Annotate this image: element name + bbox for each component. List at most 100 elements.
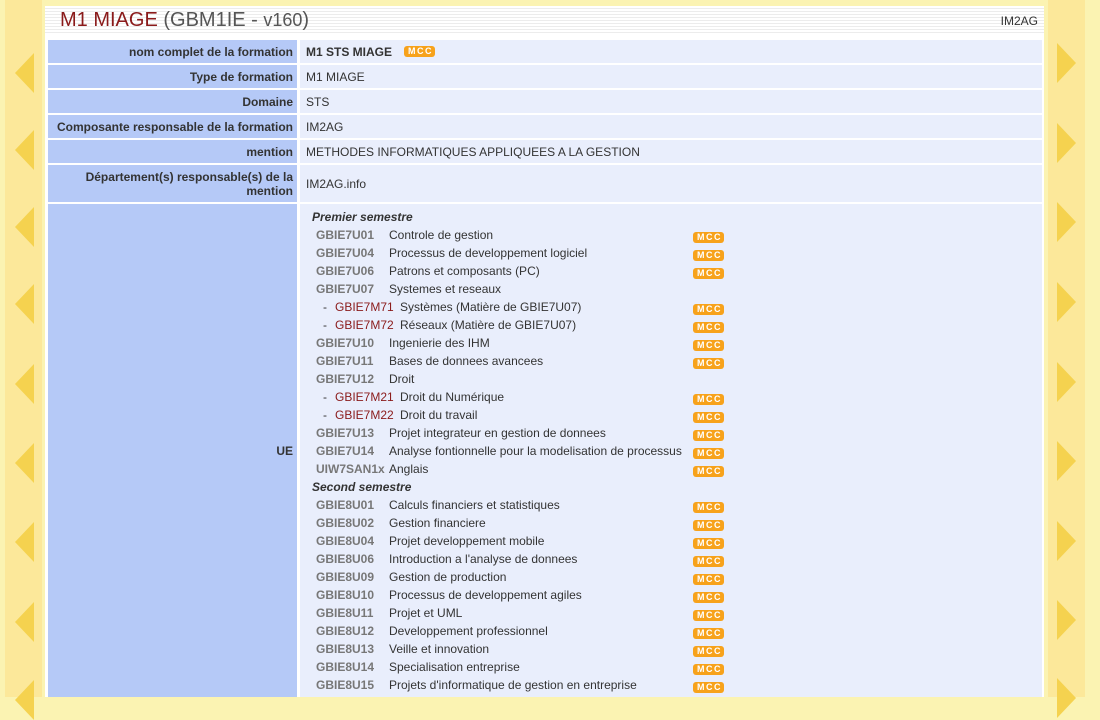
matiere-name: Droit du Numérique: [400, 390, 505, 404]
matiere-code[interactable]: GBIE7M72: [335, 318, 394, 332]
next-arrow-icon[interactable]: [1057, 362, 1076, 402]
ue-name: Bases de donnees avancees: [389, 354, 544, 368]
field-label: Type de formation: [48, 65, 297, 88]
ue-code[interactable]: GBIE8U11: [316, 606, 373, 620]
ue-code[interactable]: GBIE7U07: [316, 282, 374, 296]
ue-code[interactable]: GBIE8U09: [316, 570, 374, 584]
ue-name: Projets d'informatique de gestion en ent…: [389, 678, 637, 692]
matiere-code[interactable]: GBIE7M71: [335, 300, 394, 314]
prev-arrow-icon[interactable]: [15, 522, 34, 562]
ue-code[interactable]: GBIE8U01: [316, 498, 374, 512]
ue-code[interactable]: UIW7SAN1x: [316, 462, 385, 476]
next-nav-bar[interactable]: [1048, 0, 1085, 718]
full-name-value: M1 STS MIAGE: [306, 44, 393, 59]
prev-arrow-icon[interactable]: [15, 284, 34, 324]
prev-arrow-icon[interactable]: [15, 130, 34, 170]
matiere-code[interactable]: GBIE7M22: [335, 408, 394, 422]
mcc-badge[interactable]: MCC: [693, 556, 724, 567]
next-arrow-icon[interactable]: [1057, 600, 1076, 640]
mcc-badge[interactable]: MCC: [693, 430, 724, 441]
prev-arrow-icon[interactable]: [15, 364, 34, 404]
field-value: M1 STS MIAGE MCC: [300, 40, 1042, 63]
mcc-badge[interactable]: MCC: [693, 628, 724, 639]
mcc-badge[interactable]: MCC: [693, 574, 724, 585]
mcc-badge[interactable]: MCC: [693, 538, 724, 549]
next-arrow-icon[interactable]: [1057, 678, 1076, 718]
ue-name: Controle de gestion: [389, 228, 494, 242]
prev-nav-bar[interactable]: [5, 0, 42, 720]
mcc-badge[interactable]: MCC: [693, 682, 724, 693]
mcc-badge[interactable]: MCC: [693, 448, 724, 459]
prev-arrow-icon[interactable]: [15, 443, 34, 483]
mcc-badge[interactable]: MCC: [693, 664, 724, 675]
field-value: M1 MIAGE: [300, 65, 1042, 88]
mcc-badge[interactable]: MCC: [693, 232, 724, 243]
ue-code[interactable]: GBIE8U14: [316, 660, 374, 674]
ue-code[interactable]: GBIE7U11: [316, 354, 373, 368]
next-arrow-icon[interactable]: [1057, 202, 1076, 242]
ue-code[interactable]: GBIE7U10: [316, 336, 374, 350]
next-arrow-icon[interactable]: [1057, 521, 1076, 561]
ue-code[interactable]: GBIE8U15: [316, 678, 374, 692]
ue-name: Introduction a l'analyse de donnees: [389, 552, 578, 566]
mcc-badge[interactable]: MCC: [693, 322, 724, 333]
field-label: mention: [48, 140, 297, 163]
ue-code[interactable]: GBIE7U04: [316, 246, 374, 260]
sub-item-dash: -: [323, 300, 327, 314]
mcc-badge[interactable]: MCC: [693, 340, 724, 351]
mcc-badge[interactable]: MCC: [693, 304, 724, 315]
ue-name: Gestion financiere: [389, 516, 486, 530]
mcc-badge[interactable]: MCC: [693, 466, 724, 477]
ue-code[interactable]: GBIE8U13: [316, 642, 374, 656]
sub-item-dash: -: [323, 390, 327, 404]
mcc-badge[interactable]: MCC: [693, 412, 724, 423]
mcc-badge[interactable]: MCC: [693, 610, 724, 621]
next-arrow-icon[interactable]: [1057, 441, 1076, 481]
mcc-badge[interactable]: MCC: [693, 394, 724, 405]
ue-name: Projet integrateur en gestion de donnees: [389, 426, 606, 440]
ue-name: Systemes et reseaux: [389, 282, 502, 296]
title-close-paren: ): [302, 9, 310, 31]
field-value: IM2AG.info: [300, 165, 1042, 202]
ue-code[interactable]: GBIE7U12: [316, 372, 374, 386]
field-value: STS: [300, 90, 1042, 113]
ue-code[interactable]: GBIE8U02: [316, 516, 374, 530]
ue-code[interactable]: GBIE8U10: [316, 588, 374, 602]
mcc-badge[interactable]: MCC: [693, 502, 724, 513]
mcc-badge[interactable]: MCC: [693, 592, 724, 603]
title-bar: M1 MIAGE (GBM1IE - v160) IM2AG: [45, 6, 1044, 34]
matiere-name: Réseaux (Matière de GBIE7U07): [400, 318, 577, 332]
ue-code[interactable]: GBIE7U01: [316, 228, 374, 242]
ue-name: Patrons et composants (PC): [389, 264, 540, 278]
mcc-badge[interactable]: MCC: [693, 520, 724, 531]
ue-name: Anglais: [389, 462, 429, 476]
ue-name: Projet et UML: [389, 606, 463, 620]
ue-code[interactable]: GBIE8U12: [316, 624, 374, 638]
ue-name: Droit: [389, 372, 415, 386]
ue-code[interactable]: GBIE7U14: [316, 444, 374, 458]
field-label: Composante responsable de la formation: [48, 115, 297, 138]
ue-code[interactable]: GBIE7U06: [316, 264, 374, 278]
mcc-badge[interactable]: MCC: [404, 46, 436, 57]
semester-title: Premier semestre: [312, 210, 413, 224]
next-arrow-icon[interactable]: [1057, 123, 1076, 163]
ue-code[interactable]: GBIE8U06: [316, 552, 374, 566]
mcc-badge[interactable]: MCC: [693, 646, 724, 657]
prev-arrow-icon[interactable]: [15, 207, 34, 247]
prev-arrow-icon[interactable]: [15, 53, 34, 93]
semester-title: Second semestre: [312, 480, 412, 494]
ue-name: Processus de developpement logiciel: [389, 246, 588, 260]
next-arrow-icon[interactable]: [1057, 43, 1076, 83]
prev-arrow-icon[interactable]: [15, 680, 34, 720]
mcc-badge[interactable]: MCC: [693, 358, 724, 369]
next-arrow-icon[interactable]: [1057, 282, 1076, 322]
program-version: v160: [263, 10, 303, 30]
ue-code[interactable]: GBIE7U13: [316, 426, 374, 440]
mcc-badge[interactable]: MCC: [693, 268, 724, 279]
ue-code[interactable]: GBIE8U04: [316, 534, 374, 548]
formation-panel: M1 MIAGE (GBM1IE - v160) IM2AG nom compl…: [45, 6, 1044, 697]
matiere-code[interactable]: GBIE7M21: [335, 390, 394, 404]
ue-label: UE: [48, 204, 297, 697]
prev-arrow-icon[interactable]: [15, 602, 34, 642]
mcc-badge[interactable]: MCC: [693, 250, 724, 261]
